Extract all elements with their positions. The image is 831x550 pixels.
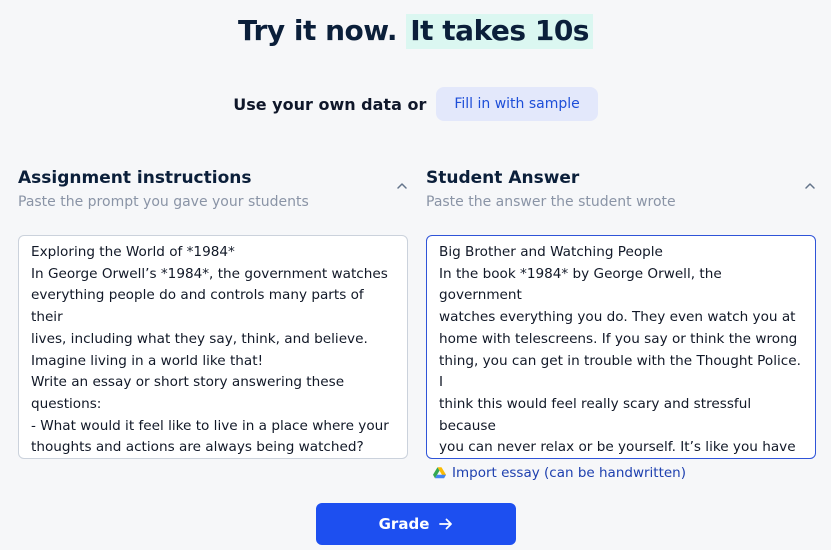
hero-title: Try it now. It takes 10s xyxy=(0,14,831,49)
import-essay-link[interactable]: Import essay (can be handwritten) xyxy=(433,465,686,481)
student-answer-textarea[interactable]: Big Brother and Watching People In the b… xyxy=(426,235,816,459)
assignment-section: Assignment instructions Paste the prompt… xyxy=(18,168,408,459)
fill-sample-button[interactable]: Fill in with sample xyxy=(436,87,598,121)
student-answer-header: Student Answer Paste the answer the stud… xyxy=(426,168,816,210)
student-answer-text: Big Brother and Watching People In the b… xyxy=(439,244,801,456)
grade-label: Grade xyxy=(378,515,430,533)
student-answer-subtitle: Paste the answer the student wrote xyxy=(426,194,676,210)
google-drive-icon xyxy=(433,467,446,479)
arrow-right-icon xyxy=(439,518,453,530)
hero-title-highlight: It takes 10s xyxy=(406,14,593,49)
assignment-subtitle: Paste the prompt you gave your students xyxy=(18,194,309,210)
student-answer-title: Student Answer xyxy=(426,168,580,188)
grade-button[interactable]: Grade xyxy=(316,503,516,545)
assignment-textarea[interactable]: Exploring the World of *1984* In George … xyxy=(18,235,408,459)
student-answer-section: Student Answer Paste the answer the stud… xyxy=(426,168,816,459)
assignment-text: Exploring the World of *1984* In George … xyxy=(31,244,389,456)
chevron-up-icon[interactable] xyxy=(396,180,408,192)
assignment-title: Assignment instructions xyxy=(18,168,252,188)
hero-title-part1: Try it now. xyxy=(238,14,397,47)
chevron-up-icon[interactable] xyxy=(804,180,816,192)
import-essay-label: Import essay (can be handwritten) xyxy=(452,465,687,481)
sample-row-lead: Use your own data or xyxy=(233,94,427,114)
assignment-header: Assignment instructions Paste the prompt… xyxy=(18,168,408,210)
sample-row: Use your own data or Fill in with sample xyxy=(0,87,831,121)
